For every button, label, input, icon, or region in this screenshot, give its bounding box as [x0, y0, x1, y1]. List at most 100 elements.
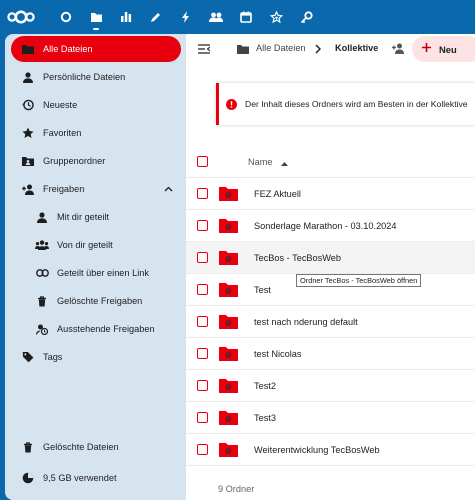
sidebar-item-label: Mit dir geteilt — [57, 212, 110, 222]
sidebar-item-label: Persönliche Dateien — [43, 72, 126, 82]
sidebar-item-label: Gruppenordner — [43, 156, 106, 166]
group-folder-icon — [219, 282, 238, 297]
sidebar-item-label: Gelöschte Dateien — [43, 442, 119, 452]
table-row[interactable]: Test2 — [186, 370, 475, 402]
row-tooltip: Ordner TecBos - TecBosWeb öffnen — [296, 274, 422, 287]
folder-name[interactable]: Test3 — [254, 413, 276, 423]
group-folder-icon — [21, 154, 35, 168]
pie-chart-icon — [21, 471, 35, 485]
group-folder-icon — [219, 186, 238, 201]
row-checkbox[interactable] — [197, 188, 208, 199]
new-button[interactable]: Neu — [412, 36, 475, 62]
sidebar-item-label: Von dir geteilt — [57, 240, 113, 250]
folder-name[interactable]: test nach nderung default — [254, 317, 358, 327]
folder-name[interactable]: test Nicolas — [254, 349, 302, 359]
folder-name[interactable]: Test2 — [254, 381, 276, 391]
plus-icon — [422, 43, 431, 55]
calendar-icon[interactable] — [231, 0, 261, 34]
notes-icon[interactable] — [141, 0, 171, 34]
key-icon[interactable] — [291, 0, 321, 34]
sidebar-item-storage-usage[interactable]: 9,5 GB verwendet — [11, 465, 181, 491]
sidebar-item-recent[interactable]: Neueste — [11, 92, 181, 118]
info-icon — [226, 98, 237, 110]
top-header — [0, 0, 475, 34]
sidebar-item-group-folders[interactable]: Gruppenordner — [11, 148, 181, 174]
sidebar-item-label: 9,5 GB verwendet — [43, 473, 117, 483]
files-icon[interactable] — [81, 0, 111, 34]
row-checkbox[interactable] — [197, 348, 208, 359]
group-folder-icon — [219, 218, 238, 233]
flash-icon[interactable] — [171, 0, 201, 34]
table-row[interactable]: Sonderlage Marathon - 03.10.2024 — [186, 210, 475, 242]
folder-name[interactable]: FEZ Aktuell — [254, 189, 301, 199]
row-checkbox[interactable] — [197, 380, 208, 391]
breadcrumb-root[interactable]: Alle Dateien — [256, 43, 306, 53]
sidebar-item-shares[interactable]: Freigaben — [11, 176, 181, 202]
breadcrumb-current[interactable]: Kollektive — [335, 43, 378, 53]
trash-icon — [21, 440, 35, 454]
files-main-area: Alle Dateien Kollektive Neu Der Inhalt d… — [186, 34, 475, 500]
navigation-sidebar: Alle Dateien Persönliche Dateien Neueste… — [5, 34, 186, 500]
group-icon — [35, 238, 49, 252]
sidebar-item-shared-by-you[interactable]: Von dir geteilt — [11, 232, 181, 258]
table-row[interactable]: test Nicolas — [186, 338, 475, 370]
sidebar-item-label: Ausstehende Freigaben — [57, 324, 155, 334]
table-row[interactable]: test nach nderung default — [186, 306, 475, 338]
tag-icon — [21, 350, 35, 364]
sidebar-item-all-files[interactable]: Alle Dateien — [11, 36, 181, 62]
new-button-label: Neu — [439, 43, 457, 55]
folder-icon — [237, 44, 249, 57]
sidebar-item-tags[interactable]: Tags — [11, 344, 181, 370]
user-icon — [21, 70, 35, 84]
activity-icon[interactable] — [111, 0, 141, 34]
user-icon — [35, 210, 49, 224]
row-checkbox[interactable] — [197, 316, 208, 327]
table-row[interactable]: TecBos - TecBosWeb — [186, 242, 475, 274]
group-folder-icon — [219, 442, 238, 457]
select-all-checkbox[interactable] — [197, 156, 208, 167]
folder-name[interactable]: Weiterentwicklung TecBosWeb — [254, 445, 380, 455]
collectives-icon[interactable] — [261, 0, 291, 34]
nextcloud-logo[interactable] — [2, 0, 40, 34]
share-folder-icon[interactable] — [392, 43, 405, 57]
folder-name[interactable]: TecBos - TecBosWeb — [254, 253, 341, 263]
row-checkbox[interactable] — [197, 252, 208, 263]
group-folder-icon — [219, 378, 238, 393]
sort-ascending-icon[interactable] — [281, 158, 288, 169]
folder-icon — [21, 42, 35, 56]
menu-collapse-icon[interactable] — [198, 44, 211, 57]
row-checkbox[interactable] — [197, 220, 208, 231]
table-header: Name — [186, 146, 475, 178]
row-checkbox[interactable] — [197, 412, 208, 423]
dashboard-icon[interactable] — [51, 0, 81, 34]
sidebar-item-shared-with-you[interactable]: Mit dir geteilt — [11, 204, 181, 230]
sidebar-item-shared-via-link[interactable]: Geteilt über einen Link — [11, 260, 181, 286]
sidebar-item-deleted-files[interactable]: Gelöschte Dateien — [11, 434, 181, 460]
table-row[interactable]: Test3 — [186, 402, 475, 434]
contacts-icon[interactable] — [201, 0, 231, 34]
row-checkbox[interactable] — [197, 284, 208, 295]
folder-notice: Der Inhalt dieses Ordners wird am Besten… — [216, 83, 475, 125]
sidebar-item-label: Favoriten — [43, 128, 82, 138]
sidebar-item-label: Tags — [43, 352, 63, 362]
folder-count: 9 Ordner — [218, 484, 255, 494]
row-checkbox[interactable] — [197, 444, 208, 455]
sidebar-item-label: Alle Dateien — [43, 44, 93, 54]
chevron-right-icon — [315, 44, 322, 57]
sidebar-item-label: Neueste — [43, 100, 78, 110]
sidebar-item-deleted-shares[interactable]: Gelöschte Freigaben — [11, 288, 181, 314]
folder-name[interactable]: Sonderlage Marathon - 03.10.2024 — [254, 221, 397, 231]
table-row[interactable]: FEZ Aktuell — [186, 178, 475, 210]
group-folder-icon — [219, 410, 238, 425]
sidebar-item-favorites[interactable]: Favoriten — [11, 120, 181, 146]
star-icon — [21, 126, 35, 140]
name-column-header[interactable]: Name — [248, 157, 273, 167]
chevron-up-icon[interactable] — [164, 184, 173, 195]
share-icon — [21, 182, 35, 196]
sidebar-item-pending-shares[interactable]: Ausstehende Freigaben — [11, 316, 181, 342]
sidebar-item-label: Freigaben — [43, 184, 85, 194]
folder-name[interactable]: Test — [254, 285, 271, 295]
sidebar-item-personal-files[interactable]: Persönliche Dateien — [11, 64, 181, 90]
table-row[interactable]: Weiterentwicklung TecBosWeb — [186, 434, 475, 466]
group-folder-icon — [219, 314, 238, 329]
